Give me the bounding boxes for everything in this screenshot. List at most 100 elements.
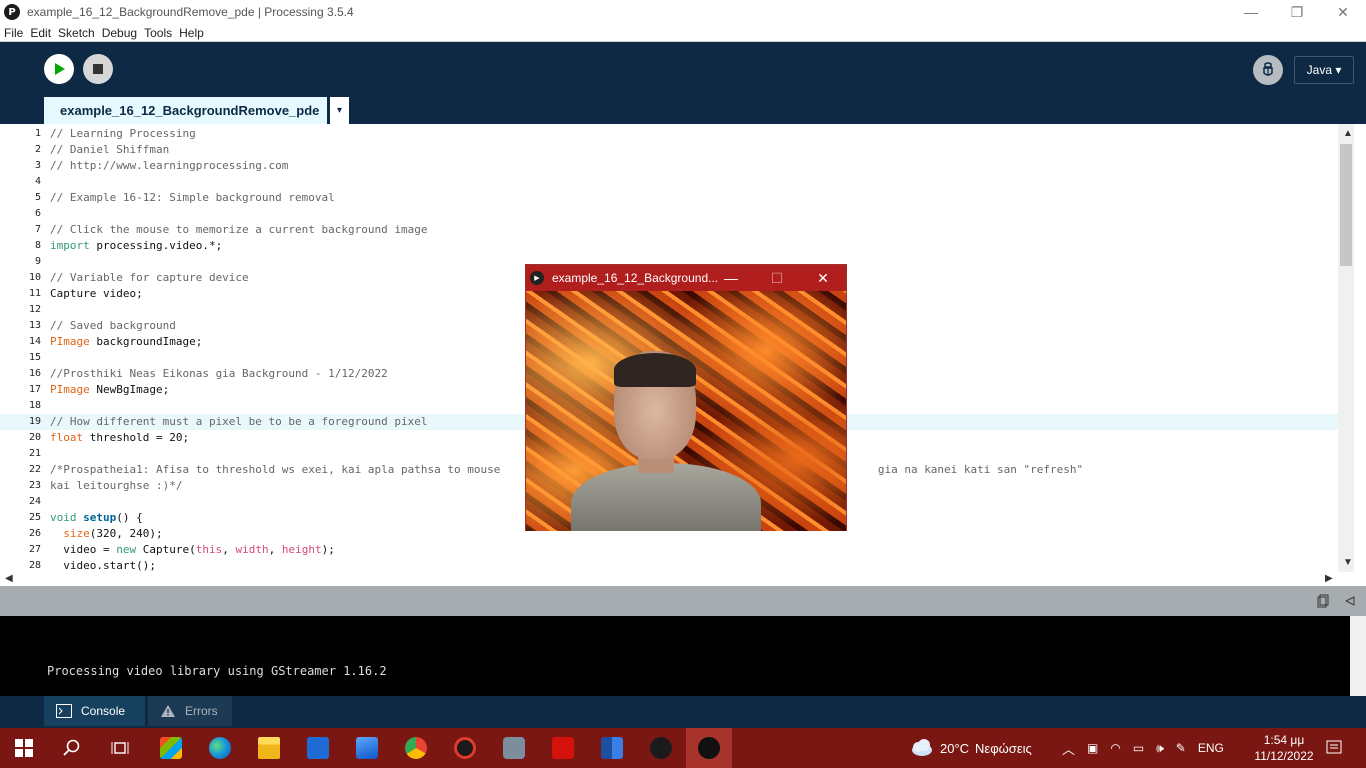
scroll-up-arrow-icon[interactable]: ▲ xyxy=(1343,128,1353,139)
code-token: size xyxy=(63,527,90,540)
restore-button[interactable]: ❐ xyxy=(1274,0,1320,24)
store-icon[interactable] xyxy=(157,734,185,762)
code-token: // Saved background xyxy=(50,319,176,332)
sketch-play-icon: ▶ xyxy=(530,271,544,285)
tab-errors[interactable]: Errors xyxy=(148,696,232,726)
minimize-button[interactable]: — xyxy=(1228,0,1274,24)
line-number: 8 xyxy=(34,240,41,251)
language-indicator[interactable]: ENG xyxy=(1198,741,1224,755)
line-number: 15 xyxy=(28,352,41,363)
weather-text: Νεφώσεις xyxy=(975,740,1032,756)
tab-sketch[interactable]: example_16_12_BackgroundRemove_pde xyxy=(44,97,327,124)
sketch-maximize-button[interactable]: ☐ xyxy=(754,265,800,291)
debugger-button[interactable] xyxy=(1253,55,1283,85)
notifications-icon[interactable] xyxy=(1320,734,1348,762)
console-scrollbar[interactable] xyxy=(1350,616,1366,696)
line-number: 20 xyxy=(28,432,41,443)
camera-icon[interactable] xyxy=(500,734,528,762)
meet-icon[interactable]: ▣ xyxy=(1087,741,1098,755)
code-token: kai leitourghse :)*/ xyxy=(50,479,183,492)
wifi-icon[interactable]: ◠ xyxy=(1110,741,1120,755)
code-token: threshold = 20; xyxy=(83,431,190,444)
news-icon[interactable] xyxy=(304,734,332,762)
window-title: example_16_12_BackgroundRemove_pde | Pro… xyxy=(27,5,354,19)
file-explorer-icon[interactable] xyxy=(255,734,283,762)
code-token: width xyxy=(235,543,269,556)
word-icon[interactable] xyxy=(598,734,626,762)
chrome-icon[interactable] xyxy=(402,734,430,762)
code-text: // Saved background xyxy=(50,318,176,334)
close-button[interactable]: ✕ xyxy=(1320,0,1366,24)
editor-scroll-thumb[interactable] xyxy=(1340,144,1352,266)
line-number: 3 xyxy=(34,160,41,171)
code-line[interactable]: 7 // Click the mouse to memorize a curren… xyxy=(0,222,1338,238)
weather-temp: 20°C xyxy=(940,740,970,756)
scroll-left-arrow-icon[interactable]: ◀ xyxy=(5,573,13,584)
run-button[interactable] xyxy=(44,54,74,84)
code-line[interactable]: 27 video = new Capture(this, width, heig… xyxy=(0,542,1338,558)
sketch-title-bar[interactable]: ▶ example_16_12_Background... — ☐ ✕ xyxy=(526,265,846,291)
volume-icon[interactable]: 🕪 xyxy=(1156,741,1164,756)
sketch-taskbar-icon[interactable] xyxy=(686,728,732,768)
code-line[interactable]: 3 // http://www.learningprocessing.com xyxy=(0,158,1338,174)
tab-console[interactable]: Console xyxy=(44,696,145,726)
code-token: // Daniel Shiffman xyxy=(50,143,170,156)
cloud-icon xyxy=(912,739,932,756)
mail-icon[interactable] xyxy=(353,734,381,762)
menu-debug[interactable]: Debug xyxy=(102,26,137,40)
stop-icon xyxy=(93,64,103,74)
menu-help[interactable]: Help xyxy=(179,26,204,40)
code-line[interactable]: 1 // Learning Processing xyxy=(0,126,1338,142)
line-number: 7 xyxy=(34,224,41,235)
line-number: 10 xyxy=(28,272,41,283)
collapse-icon[interactable] xyxy=(1345,596,1355,606)
menu-edit[interactable]: Edit xyxy=(30,26,51,40)
windows-start-icon[interactable] xyxy=(10,734,38,762)
sketch-close-button[interactable]: ✕ xyxy=(800,265,846,291)
code-line[interactable]: 28 video.start(); xyxy=(0,558,1338,572)
game-icon[interactable] xyxy=(451,734,479,762)
console-footer: Console Errors xyxy=(0,696,1366,728)
pen-icon[interactable]: ✎ xyxy=(1176,741,1186,755)
edge-icon[interactable] xyxy=(206,734,234,762)
weather-widget[interactable]: 20°C Νεφώσεις xyxy=(908,728,1032,768)
line-number: 24 xyxy=(28,496,41,507)
code-line[interactable]: 6 xyxy=(0,206,1338,222)
code-line[interactable]: 2 // Daniel Shiffman xyxy=(0,142,1338,158)
task-view-icon[interactable] xyxy=(106,734,134,762)
editor-horizontal-scrollbar[interactable] xyxy=(0,572,1338,586)
sketch-minimize-button[interactable]: — xyxy=(708,265,754,291)
scroll-right-arrow-icon[interactable]: ▶ xyxy=(1325,573,1333,584)
search-icon[interactable] xyxy=(58,734,86,762)
chevron-up-icon[interactable]: ︿ xyxy=(1062,739,1075,758)
code-line[interactable]: 4 xyxy=(0,174,1338,190)
code-token: void xyxy=(50,511,77,524)
person-body xyxy=(571,463,761,531)
menu-tools[interactable]: Tools xyxy=(144,26,172,40)
menu-sketch[interactable]: Sketch xyxy=(58,26,95,40)
clock-date: 11/12/2022 xyxy=(1254,749,1314,763)
copy-icon[interactable] xyxy=(1317,594,1329,608)
line-number: 26 xyxy=(28,528,41,539)
tab-menu-button[interactable]: ▾ xyxy=(330,97,349,124)
sketch-window[interactable]: ▶ example_16_12_Background... — ☐ ✕ xyxy=(525,264,847,531)
sketch-canvas[interactable] xyxy=(526,291,846,531)
console-divider[interactable] xyxy=(0,586,1366,616)
processing-taskbar-icon[interactable] xyxy=(647,734,675,762)
mode-selector[interactable]: Java ▾ xyxy=(1294,56,1354,84)
code-token: import xyxy=(50,239,90,252)
line-number: 17 xyxy=(28,384,41,395)
code-line[interactable]: 8 import processing.video.*; xyxy=(0,238,1338,254)
code-line[interactable]: 5 // Example 16-12: Simple background rem… xyxy=(0,190,1338,206)
code-text: // http://www.learningprocessing.com xyxy=(50,158,288,174)
acrobat-icon[interactable] xyxy=(549,734,577,762)
scroll-down-arrow-icon[interactable]: ▼ xyxy=(1343,557,1353,568)
menu-file[interactable]: File xyxy=(4,26,23,40)
clock[interactable]: 1:54 μμ 11/12/2022 xyxy=(1248,732,1320,764)
stop-button[interactable] xyxy=(83,54,113,84)
battery-icon[interactable]: ▭ xyxy=(1133,741,1144,755)
line-number: 12 xyxy=(28,304,41,315)
code-token: () { xyxy=(116,511,143,524)
tab-errors-label: Errors xyxy=(185,704,218,718)
code-token: backgroundImage; xyxy=(89,335,203,348)
